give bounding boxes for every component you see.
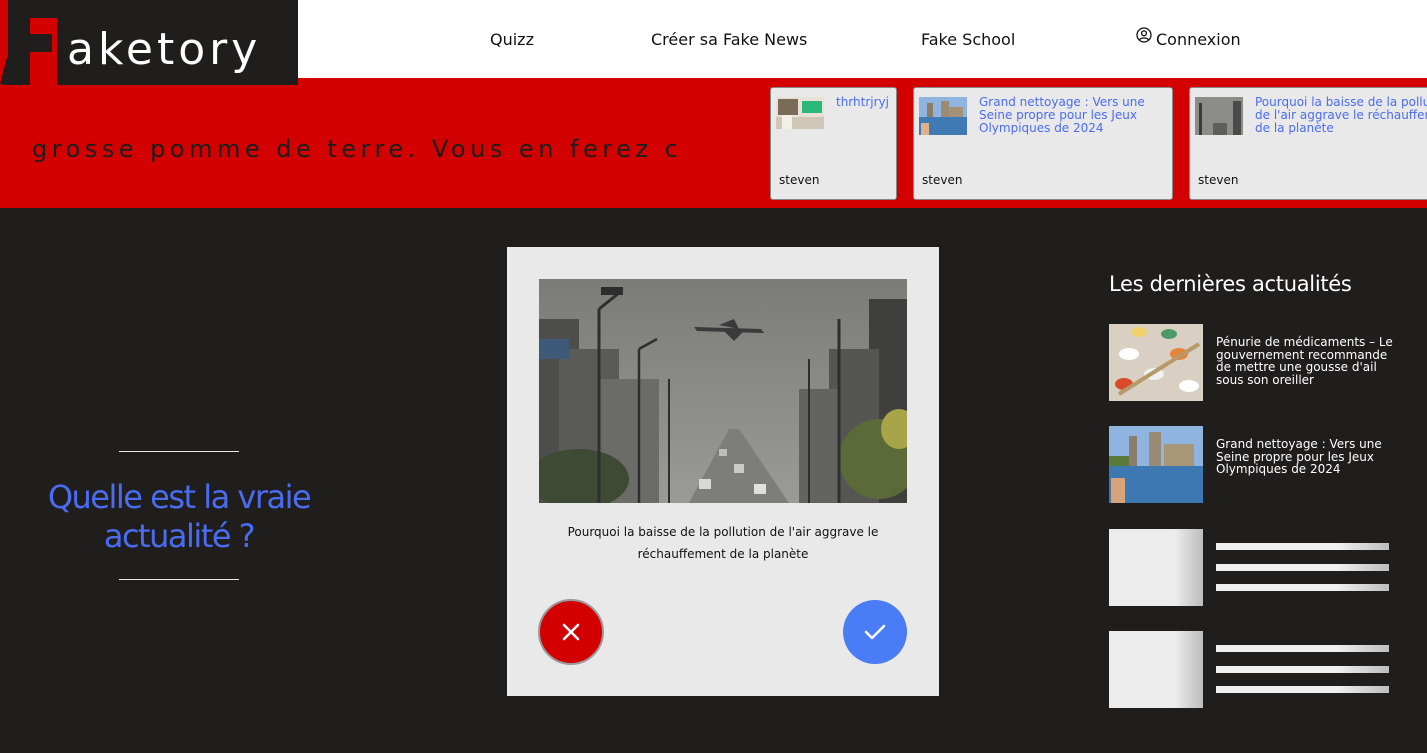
skeleton-line <box>1216 645 1389 652</box>
ticker-card[interactable]: Pourquoi la baisse de la pollu de l'air … <box>1189 87 1427 200</box>
news-thumbnail <box>1109 426 1203 503</box>
ticker-card[interactable]: Grand nettoyage : Vers une Seine propre … <box>913 87 1173 200</box>
news-title: Grand nettoyage : Vers une Seine propre … <box>1216 437 1382 476</box>
card-thumbnail <box>919 97 967 135</box>
nav-create-fake-news[interactable]: Créer sa Fake News <box>651 0 807 78</box>
skeleton-line <box>1216 584 1389 591</box>
card-author: steven <box>779 173 820 187</box>
divider-top <box>119 451 239 452</box>
card-author: steven <box>922 173 963 187</box>
nav-quizz[interactable]: Quizz <box>490 0 534 78</box>
news-title: Pénurie de médicaments – Le gouvernement… <box>1216 335 1393 387</box>
nav-login-label: Connexion <box>1156 29 1241 49</box>
skeleton-line <box>1216 564 1389 571</box>
ticker-card[interactable]: thrhtrjryj steven <box>770 87 897 200</box>
quiz-card: Pourquoi la baisse de la pollution de l'… <box>507 247 939 696</box>
news-item-skeleton <box>1109 529 1399 606</box>
card-author: steven <box>1198 173 1239 187</box>
card-thumbnail <box>1195 97 1243 135</box>
quiz-heading-line: Quelle est la vraie <box>47 478 312 516</box>
card-thumbnail <box>776 97 824 129</box>
ticker-band: grosse pomme de terre. Vous en ferez ce … <box>0 78 1427 208</box>
divider-bottom <box>119 579 239 580</box>
quiz-news-image <box>539 279 907 503</box>
news-heading: Les dernières actualités <box>1109 272 1352 296</box>
nav-fake-school[interactable]: Fake School <box>921 0 1015 78</box>
card-title[interactable]: Grand nettoyage : Vers une Seine propre … <box>979 96 1159 135</box>
news-item[interactable]: Pénurie de médicaments – Le gouvernement… <box>1109 324 1399 401</box>
card-title[interactable]: thrhtrjryj <box>836 96 889 109</box>
skeleton-line <box>1216 686 1389 693</box>
card-title-line: de la planète <box>1255 121 1334 135</box>
site-header: aketory Quizz Créer sa Fake News Fake Sc… <box>0 0 1427 85</box>
logo-text: aketory <box>67 24 262 75</box>
false-button[interactable] <box>538 599 604 665</box>
news-item-skeleton <box>1109 631 1399 708</box>
user-circle-icon <box>1136 27 1152 43</box>
faketory-logo[interactable]: aketory <box>0 0 298 85</box>
true-button[interactable] <box>843 600 907 664</box>
skeleton-line <box>1216 543 1389 550</box>
marquee-text: grosse pomme de terre. Vous en ferez ce … <box>32 135 682 163</box>
skeleton-line <box>1216 666 1389 673</box>
close-icon <box>562 623 580 641</box>
quiz-caption: Pourquoi la baisse de la pollution de l'… <box>567 525 879 561</box>
quiz-heading-line: actualité ? <box>103 517 256 555</box>
card-title[interactable]: Pourquoi la baisse de la pollu de l'air … <box>1255 96 1427 135</box>
check-icon <box>864 624 886 640</box>
news-thumbnail <box>1109 324 1203 401</box>
skeleton-thumbnail <box>1109 529 1203 606</box>
nav-login[interactable]: Connexion <box>1136 0 1241 78</box>
skeleton-thumbnail <box>1109 631 1203 708</box>
quiz-heading: Quelle est la vraie actualité ? <box>20 478 338 556</box>
news-item[interactable]: Grand nettoyage : Vers une Seine propre … <box>1109 426 1399 503</box>
